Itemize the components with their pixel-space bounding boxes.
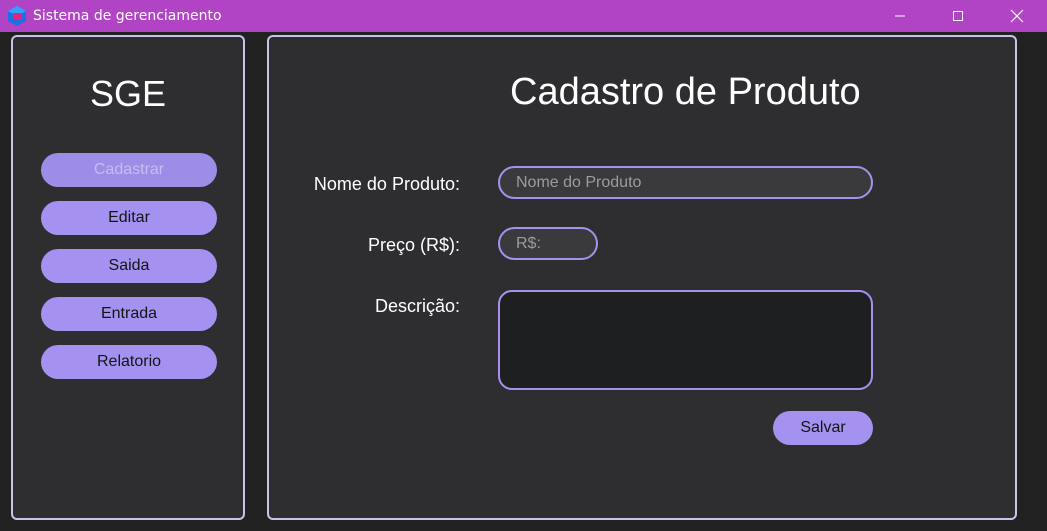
cadastrar-button[interactable]: Cadastrar	[41, 153, 217, 187]
editar-button[interactable]: Editar	[41, 201, 217, 235]
close-icon	[1010, 9, 1024, 23]
minimize-button[interactable]	[871, 0, 929, 32]
save-button[interactable]: Salvar	[773, 411, 873, 445]
maximize-button[interactable]	[929, 0, 987, 32]
main-panel: Cadastro de Produto Nome do Produto: Pre…	[267, 35, 1017, 520]
window-title: Sistema de gerenciamento	[33, 8, 222, 24]
maximize-icon	[952, 10, 964, 22]
price-label: Preço (R$):	[367, 235, 460, 255]
description-label: Descrição:	[374, 296, 460, 316]
saida-button[interactable]: Saida	[41, 249, 217, 283]
relatorio-button[interactable]: Relatorio	[41, 345, 217, 379]
app-logo-icon	[8, 6, 26, 26]
price-input[interactable]	[498, 227, 598, 260]
entrada-button[interactable]: Entrada	[41, 297, 217, 331]
minimize-icon	[894, 10, 906, 22]
page-title: Cadastro de Produto	[510, 71, 861, 113]
sidebar: SGE Cadastrar Editar Saida Entrada Relat…	[11, 35, 245, 520]
description-textarea[interactable]	[498, 290, 873, 390]
product-name-input[interactable]	[498, 166, 873, 199]
title-bar: Sistema de gerenciamento	[0, 0, 1047, 32]
close-button[interactable]	[988, 0, 1046, 32]
product-name-label: Nome do Produto:	[313, 174, 460, 194]
sidebar-title: SGE	[89, 73, 167, 114]
